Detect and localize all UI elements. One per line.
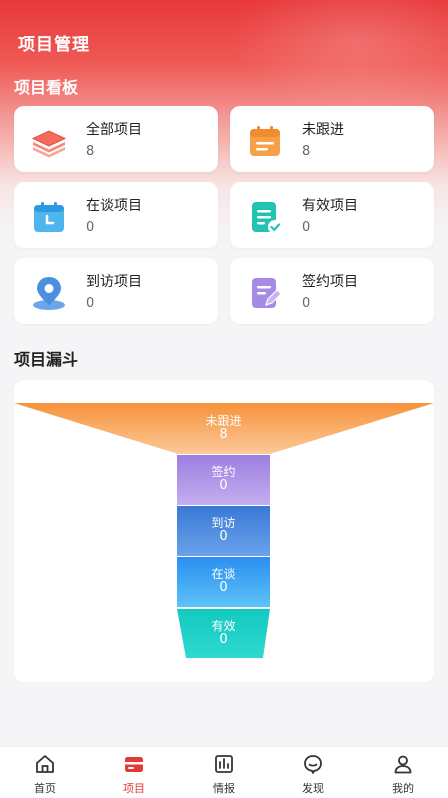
tab-label: 首页 (34, 782, 56, 795)
card-label: 在谈项目 (86, 198, 142, 214)
stage-value: 8 (219, 427, 228, 442)
stage-name: 未跟进 (205, 414, 242, 428)
calendar-icon (250, 126, 280, 156)
user-icon (394, 755, 412, 774)
stage-name: 签约 (211, 465, 236, 479)
card-signed[interactable]: 签约项目 0 (230, 258, 434, 324)
card-all-projects[interactable]: 全部项目 8 (14, 106, 218, 172)
card-count: 0 (86, 296, 95, 311)
bottom-tab-bar: 首页 项目 情报 发现 我的 (0, 746, 448, 798)
tab-discover[interactable]: 发现 (268, 747, 358, 798)
calendar-blue-icon (34, 202, 64, 232)
funnel-stage-label: 在谈 0 (177, 567, 270, 595)
card-label: 全部项目 (86, 122, 142, 138)
tab-label: 情报 (213, 782, 235, 795)
project-card-icon (125, 757, 143, 772)
stage-value: 0 (219, 529, 228, 544)
location-pin-icon (33, 277, 65, 310)
card-label: 到访项目 (86, 274, 142, 290)
funnel-stage-label: 有效 0 (177, 619, 270, 647)
card-count: 0 (302, 220, 311, 235)
home-icon (36, 755, 54, 773)
card-label: 未跟进 (302, 122, 344, 138)
card-not-followed[interactable]: 未跟进 8 (230, 106, 434, 172)
tab-projects[interactable]: 项目 (89, 747, 179, 798)
card-negotiating[interactable]: 在谈项目 0 (14, 182, 218, 248)
card-count: 0 (302, 296, 311, 311)
tab-label: 项目 (123, 782, 145, 795)
funnel-stage-label: 未跟进 8 (177, 414, 270, 442)
stage-value: 0 (219, 478, 228, 493)
card-label: 有效项目 (302, 198, 358, 214)
funnel-section-title: 项目漏斗 (14, 350, 79, 369)
funnel-stage-label: 到访 0 (177, 516, 270, 544)
discover-chat-icon (304, 755, 322, 774)
tab-mine[interactable]: 我的 (358, 747, 448, 798)
document-edit-icon (252, 278, 282, 308)
tab-intel[interactable]: 情报 (179, 747, 269, 798)
card-count: 0 (86, 220, 95, 235)
card-visited[interactable]: 到访项目 0 (14, 258, 218, 324)
board-section-title: 项目看板 (14, 78, 79, 97)
stage-name: 有效 (211, 619, 236, 633)
tab-label: 我的 (392, 782, 414, 795)
card-valid[interactable]: 有效项目 0 (230, 182, 434, 248)
tab-label: 发现 (302, 782, 324, 795)
stage-value: 0 (219, 632, 228, 647)
document-check-icon (252, 202, 282, 234)
intel-chart-icon (215, 755, 233, 773)
stage-name: 在谈 (211, 567, 236, 581)
card-label: 签约项目 (302, 274, 358, 290)
card-count: 8 (86, 144, 95, 159)
tab-home[interactable]: 首页 (0, 747, 90, 798)
stage-value: 0 (219, 580, 228, 595)
funnel-stage-label: 签约 0 (177, 465, 270, 493)
stack-layers-icon (31, 130, 67, 158)
card-count: 8 (302, 144, 311, 159)
page-title: 项目管理 (18, 35, 90, 55)
stage-name: 到访 (211, 516, 236, 530)
